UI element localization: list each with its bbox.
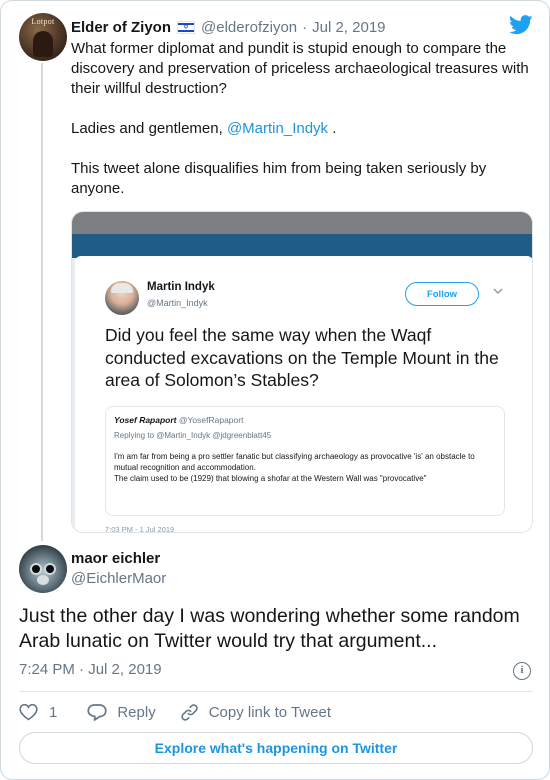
main-author-name[interactable]: maor eichler <box>71 550 160 567</box>
parent-author-handle[interactable]: @elderofziyon <box>201 19 297 36</box>
like-count: 1 <box>49 703 58 721</box>
info-icon[interactable]: i <box>513 662 531 680</box>
screenshot-author-handle: @Martin_Indyk <box>147 298 208 308</box>
martin-indyk-avatar <box>105 281 139 315</box>
parent-text-p3: This tweet alone disqualifies him from b… <box>71 160 487 197</box>
copy-link-button[interactable]: Copy link to Tweet <box>180 703 331 722</box>
parent-tweet-text: What former diplomat and pundit is stupi… <box>71 39 531 199</box>
twitter-bird-icon[interactable] <box>509 15 533 35</box>
parent-tweet-date[interactable]: Jul 2, 2019 <box>312 19 385 36</box>
separator-dot: · <box>302 18 308 36</box>
avatar-figure <box>33 31 53 57</box>
divider <box>19 691 533 692</box>
parent-tweet-header: Elder of Ziyon ✡ @elderofziyon · Jul 2, … <box>71 16 386 38</box>
screenshot-tweet-card: Martin Indyk @Martin_Indyk Follow Did yo… <box>75 256 532 533</box>
quoted-replying-to: Replying to @Martin_Indyk @jdgreenblatt4… <box>114 431 272 440</box>
quoted-body-line-2: The claim used to be (1929) that blowing… <box>114 474 427 483</box>
link-icon <box>181 703 198 721</box>
tweet-actions: 1 Reply Copy link to Tweet <box>19 701 331 723</box>
quoted-body: I'm am far from being a pro settler fana… <box>114 451 499 484</box>
explore-button[interactable]: Explore what's happening on Twitter <box>19 732 533 764</box>
quoted-author-handle: @YosefRapaport <box>178 415 244 425</box>
screenshot-quoted-tweet: Yosef Rapaport @YosefRapaport Replying t… <box>105 406 505 516</box>
image-header-band <box>72 234 532 258</box>
main-author-handle[interactable]: @EichlerMaor <box>71 570 166 587</box>
quoted-author-name: Yosef Rapaport <box>114 415 177 425</box>
reply-label: Reply <box>117 703 156 721</box>
mention-link[interactable]: @Martin_Indyk <box>227 120 328 137</box>
screenshot-tweet-text: Did you feel the same way when the Waqf … <box>105 325 499 390</box>
embedded-tweet-card: Lotpot Elder of Ziyon ✡ @elderofziyon · … <box>0 0 550 780</box>
screenshot-timestamp: 7:03 PM - 1 Jul 2019 <box>105 525 175 533</box>
quoted-header: Yosef Rapaport @YosefRapaport <box>114 415 243 425</box>
parent-text-p2: Ladies and gentlemen, @Martin_Indyk . <box>71 120 337 137</box>
thread-line <box>41 63 43 541</box>
avatar-text: Lotpot <box>31 17 55 26</box>
screenshot-author-name: Martin Indyk <box>147 281 215 293</box>
elder-of-ziyon-avatar[interactable]: Lotpot <box>19 13 67 61</box>
chevron-down-icon <box>493 288 503 294</box>
tweet-media-image[interactable]: Martin Indyk @Martin_Indyk Follow Did yo… <box>71 211 533 533</box>
reply-button[interactable]: Reply <box>87 703 156 722</box>
parent-text-p1: What former diplomat and pundit is stupi… <box>71 40 529 97</box>
israel-flag-icon: ✡ <box>177 20 196 34</box>
heart-icon <box>19 703 38 721</box>
parent-author-name[interactable]: Elder of Ziyon <box>71 19 171 36</box>
main-tweet-text: Just the other day I was wondering wheth… <box>19 605 520 652</box>
screenshot-follow-button: Follow <box>405 282 479 306</box>
image-top-bar <box>72 212 532 234</box>
copy-link-label: Copy link to Tweet <box>208 703 331 721</box>
maor-eichler-avatar[interactable] <box>19 545 67 593</box>
like-button[interactable]: 1 <box>19 703 57 721</box>
quoted-body-line-1: I'm am far from being a pro settler fana… <box>114 452 475 472</box>
reply-bubble-icon <box>87 703 107 721</box>
main-tweet-timestamp[interactable]: 7:24 PM · Jul 2, 2019 <box>19 661 162 678</box>
